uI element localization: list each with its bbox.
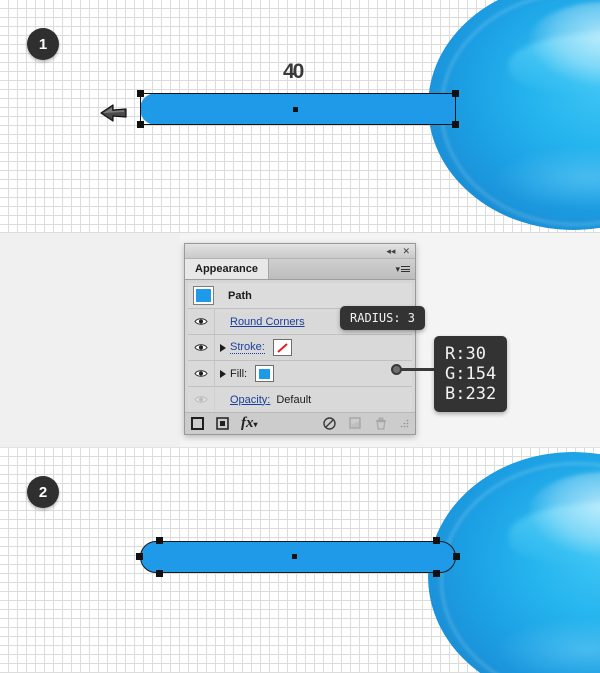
stroke-label[interactable]: Stroke: (230, 341, 265, 354)
anchor-point-top-right[interactable] (433, 537, 440, 544)
anchor-point-bottom-right[interactable] (433, 570, 440, 577)
eye-icon (194, 344, 208, 351)
round-corners-label[interactable]: Round Corners (230, 316, 305, 328)
add-new-fill-icon[interactable] (216, 417, 229, 430)
stroke-color-swatch-none[interactable] (272, 339, 292, 356)
eye-icon (194, 396, 208, 403)
eye-icon (194, 318, 208, 325)
fill-color-chip (259, 368, 271, 379)
rgb-green-value: G:154 (445, 364, 497, 385)
panel-tab-filler: ▾ (268, 259, 415, 279)
measurement-label-40: 40 (283, 60, 304, 83)
anchor-point-group (136, 537, 460, 577)
tab-appearance-label: Appearance (195, 263, 258, 275)
appearance-panel[interactable]: ◂◂ ✕ Appearance ▾ Path Round Corners Str… (184, 243, 416, 435)
appearance-list: Path Round Corners Stroke: Fill: Opacity… (185, 280, 415, 412)
appearance-row-stroke[interactable]: Stroke: (188, 335, 412, 361)
close-icon[interactable]: ✕ (402, 246, 410, 256)
radius-tooltip: RADIUS: 3 (340, 306, 426, 330)
path-row-label: Path (228, 289, 252, 302)
anchor-point-bottom-left[interactable] (156, 570, 163, 577)
double-chevron-left-icon[interactable]: ◂◂ (386, 246, 395, 256)
disclosure-triangle-fill[interactable] (215, 369, 230, 378)
appearance-row-fill[interactable]: Fill: (188, 361, 412, 387)
visibility-toggle-stroke[interactable] (188, 335, 215, 360)
panel-title-bar[interactable]: ◂◂ ✕ (185, 244, 415, 259)
panel-tab-strip[interactable]: Appearance ▾ (185, 259, 415, 280)
selection-handle-bottom-right[interactable] (452, 121, 459, 128)
disclosure-triangle-stroke[interactable] (215, 343, 230, 352)
anchor-point-right[interactable] (453, 553, 460, 560)
resize-grip-icon[interactable] (400, 419, 409, 428)
callout-connector-line (396, 368, 436, 371)
selection-center-point[interactable] (293, 107, 298, 112)
path-thumbnail-color (196, 289, 211, 302)
add-new-stroke-icon[interactable] (191, 417, 204, 430)
callout-connector-knob (391, 364, 402, 375)
opacity-value: Default (276, 393, 312, 406)
path-thumbnail[interactable] (193, 286, 214, 305)
selection-handle-top-left[interactable] (137, 90, 144, 97)
visibility-toggle-opacity[interactable] (188, 387, 215, 412)
clear-appearance-icon[interactable] (323, 417, 336, 430)
anchor-point-left[interactable] (136, 553, 143, 560)
canvas-step-1[interactable]: 40 1 (0, 0, 600, 232)
opacity-label[interactable]: Opacity: (230, 394, 270, 406)
panel-footer-toolbar[interactable]: fx▾ (185, 412, 415, 434)
eye-icon (194, 370, 208, 377)
left-arrow-cursor-icon (100, 104, 127, 122)
visibility-toggle-fill[interactable] (188, 361, 215, 386)
rgb-red-value: R:30 (445, 344, 486, 364)
fill-label: Fill: (230, 367, 248, 380)
rgb-blue-value: B:232 (445, 384, 497, 405)
step-badge-1: 1 (27, 28, 59, 60)
screenshot-stage: 40 1 ◂◂ ✕ Appearance ▾ Path Round Corner… (0, 0, 600, 673)
visibility-toggle-round-corners[interactable] (188, 309, 215, 334)
selection-handle-bottom-left[interactable] (137, 121, 144, 128)
appearance-row-opacity[interactable]: Opacity: Default (188, 387, 412, 412)
tab-appearance[interactable]: Appearance (185, 259, 269, 279)
step-badge-2: 2 (27, 476, 59, 508)
duplicate-item-icon[interactable] (349, 417, 362, 430)
selection-handle-top-right[interactable] (452, 90, 459, 97)
fill-color-swatch[interactable] (255, 365, 275, 382)
add-effect-fx-icon[interactable]: fx▾ (241, 415, 258, 432)
anchor-point-top-left[interactable] (156, 537, 163, 544)
no-color-icon (276, 342, 288, 353)
selection-bounding-box (137, 90, 459, 128)
shape-center-point[interactable] (292, 554, 297, 559)
rgb-callout: R:30 G:154 B:232 (434, 336, 508, 413)
delete-item-icon[interactable] (375, 417, 387, 430)
canvas-step-2[interactable]: 2 (0, 448, 600, 673)
panel-menu-icon[interactable]: ▾ (395, 264, 410, 275)
